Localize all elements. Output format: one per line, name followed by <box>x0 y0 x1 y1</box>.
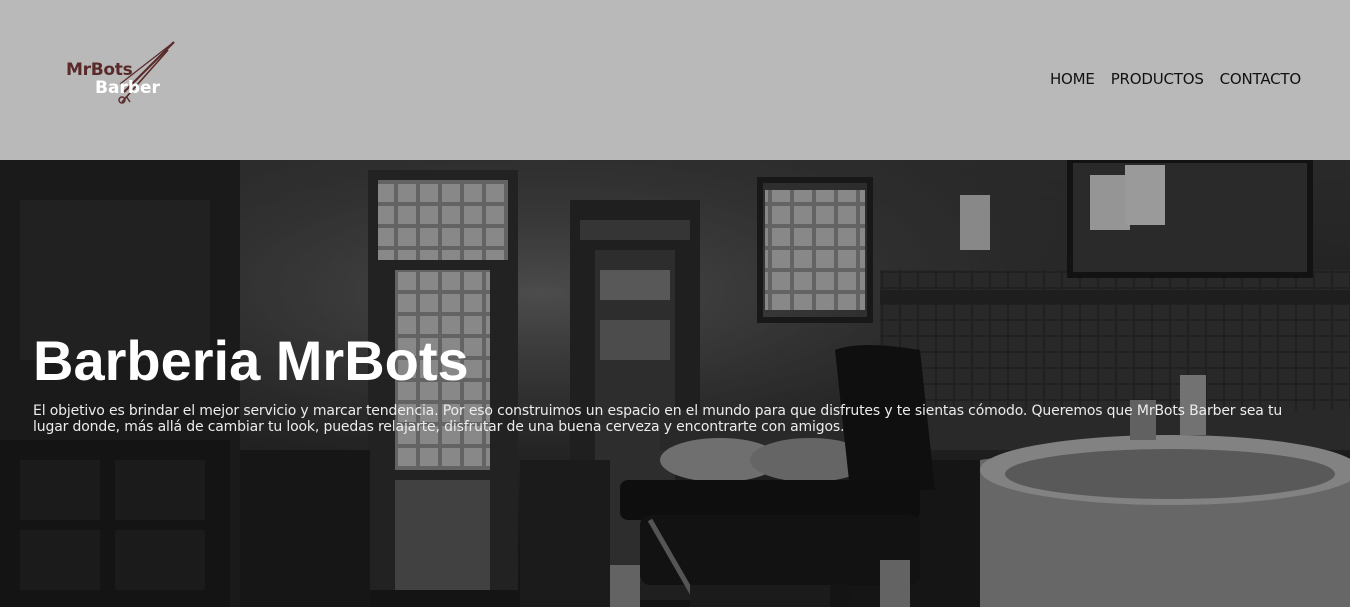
logo[interactable]: MrBots Barber <box>64 40 176 106</box>
main-nav: HOME PRODUCTOS CONTACTO <box>1050 70 1301 88</box>
nav-home-link[interactable]: HOME <box>1050 70 1095 88</box>
nav-productos-link[interactable]: PRODUCTOS <box>1111 70 1204 88</box>
site-header: MrBots Barber HOME PRODUCTOS CONTACTO <box>0 0 1350 160</box>
logo-text-barber: Barber <box>95 78 160 98</box>
hero-section: Barberia MrBots El objetivo es brindar e… <box>0 160 1350 607</box>
nav-contacto-link[interactable]: CONTACTO <box>1220 70 1302 88</box>
logo-text-mrbots: MrBots <box>66 60 133 80</box>
hero-description: El objetivo es brindar el mejor servicio… <box>33 403 1283 435</box>
hero-title: Barberia MrBots <box>33 329 469 392</box>
